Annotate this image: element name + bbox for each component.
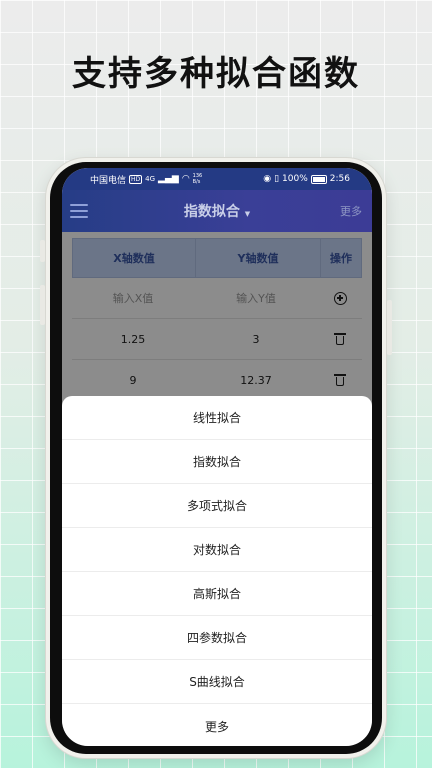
menu-item-s-curve[interactable]: S曲线拟合 bbox=[62, 660, 372, 704]
app-bar: 指数拟合 ▼ 更多 bbox=[62, 190, 372, 232]
fit-type-menu: 线性拟合 指数拟合 多项式拟合 对数拟合 高斯拟合 四参数拟合 S曲线拟合 更多 bbox=[62, 396, 372, 746]
menu-item-logarithmic[interactable]: 对数拟合 bbox=[62, 528, 372, 572]
menu-item-polynomial[interactable]: 多项式拟合 bbox=[62, 484, 372, 528]
menu-item-more[interactable]: 更多 bbox=[62, 704, 372, 746]
phone-side-button bbox=[40, 240, 45, 262]
more-button[interactable]: 更多 bbox=[340, 203, 362, 219]
chevron-down-icon: ▼ bbox=[244, 210, 251, 218]
phone-side-button bbox=[40, 285, 45, 325]
menu-item-exponential[interactable]: 指数拟合 bbox=[62, 440, 372, 484]
clock: 2:56 bbox=[329, 174, 350, 184]
vibrate-icon: ▯ bbox=[274, 174, 280, 184]
fit-type-dropdown[interactable]: 指数拟合 ▼ bbox=[62, 201, 372, 221]
net-speed: 136 B/s bbox=[192, 173, 203, 185]
hd-badge: HD bbox=[129, 174, 143, 184]
menu-item-gaussian[interactable]: 高斯拟合 bbox=[62, 572, 372, 616]
menu-item-four-parameter[interactable]: 四参数拟合 bbox=[62, 616, 372, 660]
carrier-label: 中国电信 bbox=[90, 175, 127, 186]
menu-item-linear[interactable]: 线性拟合 bbox=[62, 396, 372, 440]
signal-icon: ▂▄▆ bbox=[158, 174, 179, 184]
promo-headline: 支持多种拟合函数 bbox=[72, 54, 360, 94]
phone-screen: 中国电信 HD 4G ▂▄▆ ◠ 136 B/s ◉ ▯ 100% 2:56 指… bbox=[62, 168, 372, 746]
page-title: 指数拟合 bbox=[183, 204, 240, 220]
eye-icon: ◉ bbox=[263, 174, 272, 184]
network-label: 4G bbox=[145, 175, 156, 183]
battery-icon bbox=[310, 174, 327, 184]
status-bar: 中国电信 HD 4G ▂▄▆ ◠ 136 B/s ◉ ▯ 100% 2:56 bbox=[62, 168, 372, 190]
phone-side-button bbox=[387, 300, 392, 355]
wifi-icon: ◠ bbox=[181, 174, 190, 184]
battery-percent: 100% bbox=[282, 174, 308, 184]
